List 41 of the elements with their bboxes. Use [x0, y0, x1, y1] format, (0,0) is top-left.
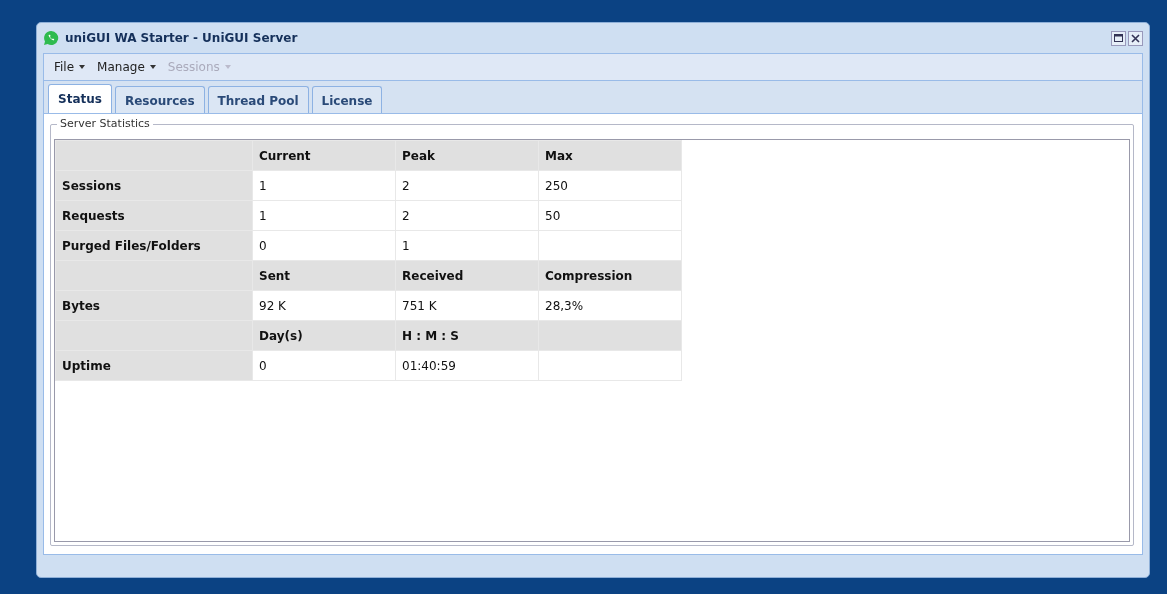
tab[interactable]: License — [311, 86, 383, 113]
table-cell: 1 — [395, 230, 539, 261]
column-header: Max — [538, 140, 682, 171]
table-cell: 0 — [252, 350, 396, 381]
table-cell: 1 — [252, 200, 396, 231]
column-header: Received — [395, 260, 539, 291]
row-label: Uptime — [55, 350, 253, 381]
table-cell: 28,3% — [538, 290, 682, 321]
table-cell: 0 — [252, 230, 396, 261]
tab[interactable]: Thread Pool — [207, 86, 309, 113]
maximize-icon — [1114, 34, 1123, 42]
close-button[interactable] — [1128, 30, 1143, 46]
row-label: Bytes — [55, 290, 253, 321]
row-label: Purged Files/Folders — [55, 230, 253, 261]
chat-bubble-icon — [43, 30, 59, 46]
tab[interactable]: Status — [48, 84, 112, 113]
menu-item[interactable]: File — [50, 56, 90, 78]
row-label: Requests — [55, 200, 253, 231]
tab[interactable]: Resources — [114, 86, 205, 113]
table-cell: 751 K — [395, 290, 539, 321]
table-cell: 250 — [538, 170, 682, 201]
column-header: H : M : S — [395, 320, 539, 351]
table-cell: 2 — [395, 200, 539, 231]
menu-item[interactable]: Manage — [93, 56, 160, 78]
table-cell: 1 — [252, 170, 396, 201]
column-header: Peak — [395, 140, 539, 171]
column-header: Day(s) — [252, 320, 396, 351]
table-cell: 2 — [395, 170, 539, 201]
column-header: Current — [252, 140, 396, 171]
table-cell: 01:40:59 — [395, 350, 539, 381]
window-title: uniGUI WA Starter - UniGUI Server — [65, 30, 298, 47]
row-label: Sessions — [55, 170, 253, 201]
maximize-button[interactable] — [1111, 30, 1126, 46]
column-header: Compression — [538, 260, 682, 291]
caret-icon — [79, 65, 86, 69]
table-cell: 92 K — [252, 290, 396, 321]
caret-icon — [149, 65, 156, 69]
close-icon — [1131, 33, 1140, 43]
table-cell: 50 — [538, 200, 682, 231]
caret-icon — [224, 65, 231, 69]
column-header: Sent — [252, 260, 396, 291]
